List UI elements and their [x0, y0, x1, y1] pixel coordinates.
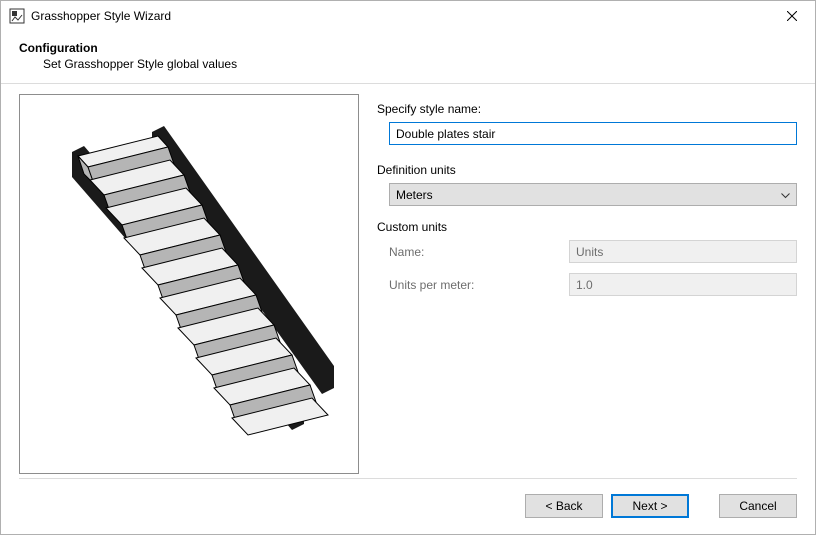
back-button-label: < Back	[545, 499, 582, 513]
titlebar: Grasshopper Style Wizard	[1, 1, 815, 31]
app-icon	[9, 8, 25, 24]
style-name-input[interactable]	[389, 122, 797, 145]
cancel-button[interactable]: Cancel	[719, 494, 797, 518]
definition-units-value: Meters	[396, 188, 433, 202]
cancel-button-label: Cancel	[739, 499, 776, 513]
wizard-body: Specify style name: Definition units Met…	[1, 84, 815, 478]
custom-units-label: Custom units	[377, 220, 797, 234]
preview-pane	[19, 94, 359, 474]
close-button[interactable]	[769, 1, 815, 31]
custom-name-label: Name:	[389, 245, 569, 259]
definition-units-select[interactable]: Meters	[389, 183, 797, 206]
custom-name-row: Name:	[389, 240, 797, 263]
custom-upm-label: Units per meter:	[389, 278, 569, 292]
next-button-label: Next >	[632, 499, 667, 513]
next-button[interactable]: Next >	[611, 494, 689, 518]
page-subheading: Set Grasshopper Style global values	[19, 57, 797, 71]
wizard-footer: < Back Next > Cancel	[1, 478, 815, 534]
style-name-label: Specify style name:	[377, 102, 797, 116]
wizard-header: Configuration Set Grasshopper Style glob…	[1, 31, 815, 83]
close-icon	[787, 11, 797, 21]
chevron-down-icon	[781, 188, 790, 202]
custom-upm-row: Units per meter:	[389, 273, 797, 296]
wizard-window: Grasshopper Style Wizard Configuration S…	[0, 0, 816, 535]
custom-name-input	[569, 240, 797, 263]
window-title: Grasshopper Style Wizard	[31, 9, 769, 23]
page-heading: Configuration	[19, 41, 797, 55]
custom-upm-input	[569, 273, 797, 296]
stair-preview-icon	[34, 114, 344, 454]
definition-units-label: Definition units	[377, 163, 797, 177]
back-button[interactable]: < Back	[525, 494, 603, 518]
form-pane: Specify style name: Definition units Met…	[377, 94, 797, 478]
